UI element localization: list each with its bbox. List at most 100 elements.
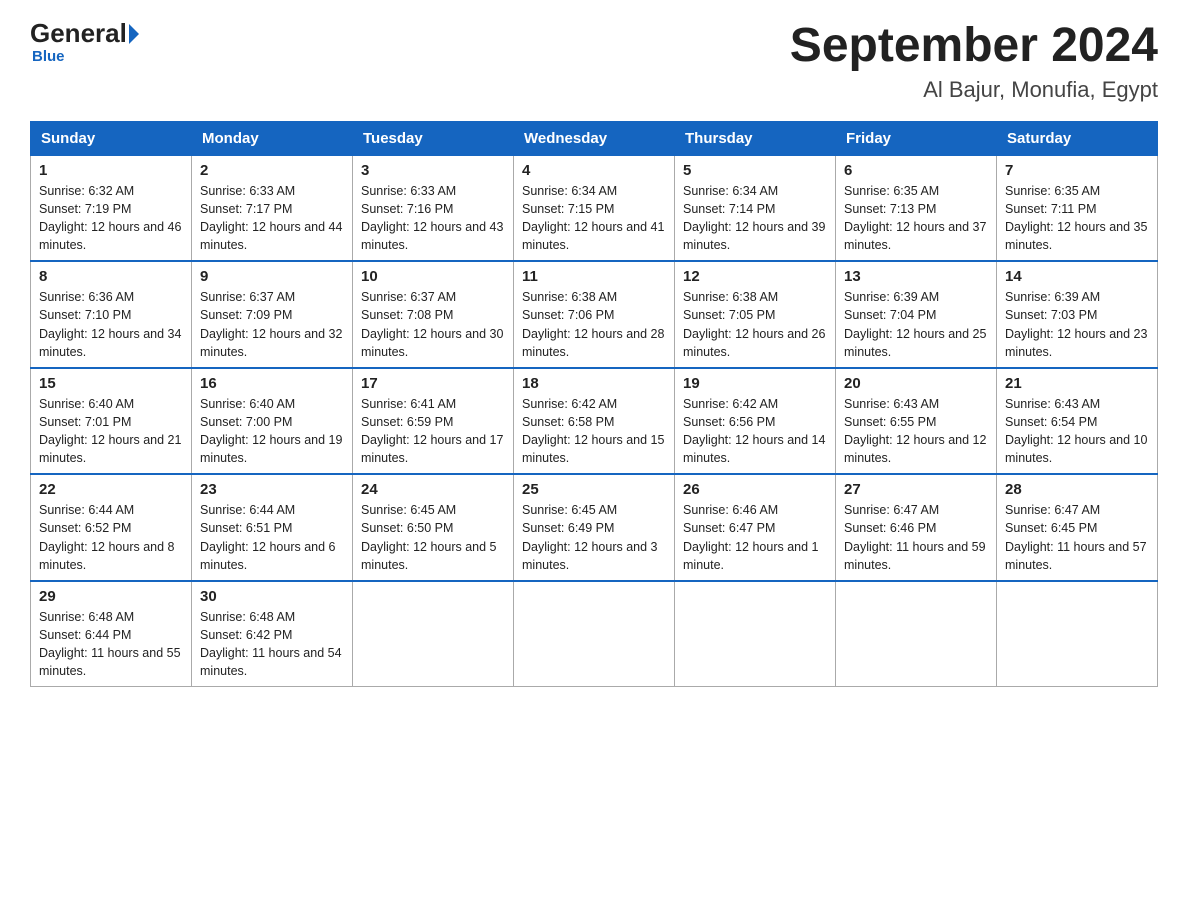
day-info: Sunrise: 6:44 AMSunset: 6:51 PMDaylight:… <box>200 501 344 574</box>
calendar-cell: 27 Sunrise: 6:47 AMSunset: 6:46 PMDayligh… <box>836 474 997 581</box>
day-number: 30 <box>200 588 344 605</box>
calendar-title: September 2024 <box>790 20 1158 73</box>
calendar-cell: 22 Sunrise: 6:44 AMSunset: 6:52 PMDayligh… <box>31 474 192 581</box>
calendar-cell: 1 Sunrise: 6:32 AMSunset: 7:19 PMDaylight… <box>31 155 192 261</box>
day-number: 5 <box>683 162 827 179</box>
calendar-week-row: 15 Sunrise: 6:40 AMSunset: 7:01 PMDayligh… <box>31 368 1158 475</box>
day-number: 2 <box>200 162 344 179</box>
day-info: Sunrise: 6:36 AMSunset: 7:10 PMDaylight:… <box>39 288 183 361</box>
day-info: Sunrise: 6:43 AMSunset: 6:55 PMDaylight:… <box>844 395 988 468</box>
day-number: 19 <box>683 375 827 392</box>
day-number: 21 <box>1005 375 1149 392</box>
day-info: Sunrise: 6:47 AMSunset: 6:46 PMDaylight:… <box>844 501 988 574</box>
day-number: 6 <box>844 162 988 179</box>
day-info: Sunrise: 6:40 AMSunset: 7:00 PMDaylight:… <box>200 395 344 468</box>
day-info: Sunrise: 6:38 AMSunset: 7:06 PMDaylight:… <box>522 288 666 361</box>
day-info: Sunrise: 6:32 AMSunset: 7:19 PMDaylight:… <box>39 182 183 255</box>
day-info: Sunrise: 6:42 AMSunset: 6:56 PMDaylight:… <box>683 395 827 468</box>
day-number: 11 <box>522 268 666 285</box>
calendar-cell: 11 Sunrise: 6:38 AMSunset: 7:06 PMDayligh… <box>514 261 675 368</box>
calendar-cell: 9 Sunrise: 6:37 AMSunset: 7:09 PMDaylight… <box>192 261 353 368</box>
day-number: 29 <box>39 588 183 605</box>
day-number: 14 <box>1005 268 1149 285</box>
calendar-cell <box>675 581 836 687</box>
header-monday: Monday <box>192 121 353 155</box>
day-number: 3 <box>361 162 505 179</box>
day-number: 23 <box>200 481 344 498</box>
header-friday: Friday <box>836 121 997 155</box>
day-number: 7 <box>1005 162 1149 179</box>
calendar-cell: 15 Sunrise: 6:40 AMSunset: 7:01 PMDayligh… <box>31 368 192 475</box>
calendar-cell <box>997 581 1158 687</box>
day-number: 24 <box>361 481 505 498</box>
calendar-cell: 30Sunrise: 6:48 AMSunset: 6:42 PMDayligh… <box>192 581 353 687</box>
calendar-cell: 2 Sunrise: 6:33 AMSunset: 7:17 PMDaylight… <box>192 155 353 261</box>
calendar-header-row: Sunday Monday Tuesday Wednesday Thursday… <box>31 121 1158 155</box>
calendar-cell: 3 Sunrise: 6:33 AMSunset: 7:16 PMDaylight… <box>353 155 514 261</box>
day-info: Sunrise: 6:48 AMSunset: 6:44 PMDaylight:… <box>39 608 183 681</box>
calendar-cell: 20Sunrise: 6:43 AMSunset: 6:55 PMDayligh… <box>836 368 997 475</box>
calendar-cell: 7 Sunrise: 6:35 AMSunset: 7:11 PMDaylight… <box>997 155 1158 261</box>
calendar-cell: 5 Sunrise: 6:34 AMSunset: 7:14 PMDaylight… <box>675 155 836 261</box>
calendar-week-row: 22 Sunrise: 6:44 AMSunset: 6:52 PMDayligh… <box>31 474 1158 581</box>
calendar-cell: 13Sunrise: 6:39 AMSunset: 7:04 PMDayligh… <box>836 261 997 368</box>
calendar-cell: 25 Sunrise: 6:45 AMSunset: 6:49 PMDayligh… <box>514 474 675 581</box>
calendar-table: Sunday Monday Tuesday Wednesday Thursday… <box>30 121 1158 688</box>
day-number: 4 <box>522 162 666 179</box>
logo-name-part: General <box>30 20 127 46</box>
day-number: 18 <box>522 375 666 392</box>
day-info: Sunrise: 6:45 AMSunset: 6:50 PMDaylight:… <box>361 501 505 574</box>
day-number: 15 <box>39 375 183 392</box>
day-number: 9 <box>200 268 344 285</box>
day-info: Sunrise: 6:37 AMSunset: 7:09 PMDaylight:… <box>200 288 344 361</box>
calendar-cell: 24 Sunrise: 6:45 AMSunset: 6:50 PMDayligh… <box>353 474 514 581</box>
calendar-cell: 23 Sunrise: 6:44 AMSunset: 6:51 PMDayligh… <box>192 474 353 581</box>
calendar-cell <box>514 581 675 687</box>
calendar-cell: 21Sunrise: 6:43 AMSunset: 6:54 PMDayligh… <box>997 368 1158 475</box>
calendar-cell: 28Sunrise: 6:47 AMSunset: 6:45 PMDayligh… <box>997 474 1158 581</box>
logo-text: General <box>30 20 139 46</box>
calendar-cell: 10 Sunrise: 6:37 AMSunset: 7:08 PMDayligh… <box>353 261 514 368</box>
day-info: Sunrise: 6:44 AMSunset: 6:52 PMDaylight:… <box>39 501 183 574</box>
day-number: 1 <box>39 162 183 179</box>
day-info: Sunrise: 6:35 AMSunset: 7:11 PMDaylight:… <box>1005 182 1149 255</box>
logo: General Blue <box>30 20 139 65</box>
day-number: 10 <box>361 268 505 285</box>
header-sunday: Sunday <box>31 121 192 155</box>
header-saturday: Saturday <box>997 121 1158 155</box>
calendar-cell: 16 Sunrise: 6:40 AMSunset: 7:00 PMDayligh… <box>192 368 353 475</box>
day-info: Sunrise: 6:40 AMSunset: 7:01 PMDaylight:… <box>39 395 183 468</box>
day-number: 26 <box>683 481 827 498</box>
day-info: Sunrise: 6:39 AMSunset: 7:03 PMDaylight:… <box>1005 288 1149 361</box>
day-info: Sunrise: 6:33 AMSunset: 7:16 PMDaylight:… <box>361 182 505 255</box>
header-wednesday: Wednesday <box>514 121 675 155</box>
day-info: Sunrise: 6:34 AMSunset: 7:14 PMDaylight:… <box>683 182 827 255</box>
day-number: 13 <box>844 268 988 285</box>
calendar-cell <box>353 581 514 687</box>
calendar-cell: 29 Sunrise: 6:48 AMSunset: 6:44 PMDayligh… <box>31 581 192 687</box>
day-number: 27 <box>844 481 988 498</box>
calendar-cell: 26 Sunrise: 6:46 AMSunset: 6:47 PMDayligh… <box>675 474 836 581</box>
day-number: 17 <box>361 375 505 392</box>
calendar-cell: 18 Sunrise: 6:42 AMSunset: 6:58 PMDayligh… <box>514 368 675 475</box>
day-info: Sunrise: 6:34 AMSunset: 7:15 PMDaylight:… <box>522 182 666 255</box>
title-block: September 2024 Al Bajur, Monufia, Egypt <box>790 20 1158 103</box>
day-number: 8 <box>39 268 183 285</box>
day-info: Sunrise: 6:42 AMSunset: 6:58 PMDaylight:… <box>522 395 666 468</box>
day-info: Sunrise: 6:41 AMSunset: 6:59 PMDaylight:… <box>361 395 505 468</box>
day-info: Sunrise: 6:37 AMSunset: 7:08 PMDaylight:… <box>361 288 505 361</box>
day-info: Sunrise: 6:33 AMSunset: 7:17 PMDaylight:… <box>200 182 344 255</box>
calendar-cell <box>836 581 997 687</box>
day-info: Sunrise: 6:46 AMSunset: 6:47 PMDaylight:… <box>683 501 827 574</box>
day-info: Sunrise: 6:38 AMSunset: 7:05 PMDaylight:… <box>683 288 827 361</box>
day-number: 16 <box>200 375 344 392</box>
page-header: General Blue September 2024 Al Bajur, Mo… <box>30 20 1158 103</box>
calendar-cell: 19 Sunrise: 6:42 AMSunset: 6:56 PMDayligh… <box>675 368 836 475</box>
logo-blue-part: Blue <box>32 48 65 65</box>
day-number: 22 <box>39 481 183 498</box>
day-number: 25 <box>522 481 666 498</box>
day-number: 12 <box>683 268 827 285</box>
calendar-week-row: 29 Sunrise: 6:48 AMSunset: 6:44 PMDayligh… <box>31 581 1158 687</box>
day-info: Sunrise: 6:45 AMSunset: 6:49 PMDaylight:… <box>522 501 666 574</box>
calendar-cell: 14 Sunrise: 6:39 AMSunset: 7:03 PMDayligh… <box>997 261 1158 368</box>
